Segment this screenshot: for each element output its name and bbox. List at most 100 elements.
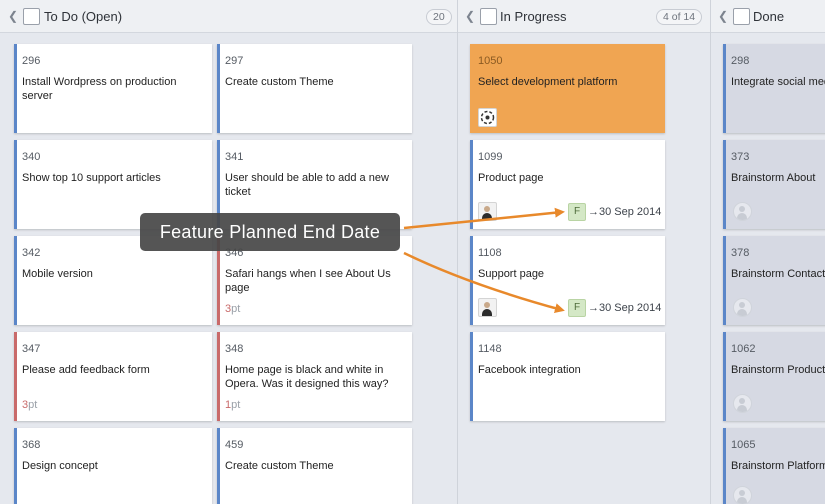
card-type-bar bbox=[217, 332, 220, 421]
story-points-unit: pt bbox=[231, 399, 241, 411]
card-id: 342 bbox=[22, 247, 41, 259]
card-type-bar bbox=[470, 332, 473, 421]
assignee-avatar[interactable] bbox=[478, 202, 497, 221]
card-title: Home page is black and white in Opera. W… bbox=[225, 364, 389, 390]
card-type-bar bbox=[723, 332, 726, 421]
card-id: 348 bbox=[225, 343, 244, 355]
card-373[interactable]: 373 Brainstorm About bbox=[723, 140, 825, 229]
column-todo: ❮ To Do (Open) 20 296 Install Wordpress … bbox=[0, 0, 457, 504]
assignee-avatar[interactable] bbox=[733, 394, 752, 413]
card-type-bar bbox=[14, 140, 17, 229]
card-type-bar bbox=[14, 332, 17, 421]
column-count-badge: 4 of 14 bbox=[656, 9, 703, 25]
card-title: Show top 10 support articles bbox=[22, 172, 161, 184]
card-id: 1099 bbox=[478, 151, 503, 163]
card-type-bar bbox=[723, 44, 726, 133]
column-title: Done bbox=[753, 9, 785, 24]
annotation-callout: Feature Planned End Date bbox=[140, 213, 400, 251]
card-type-bar bbox=[14, 44, 17, 133]
card-title: Please add feedback form bbox=[22, 364, 150, 376]
card-id: 459 bbox=[225, 439, 244, 451]
collapse-chevron-icon[interactable]: ❮ bbox=[718, 9, 728, 23]
assignee-avatar[interactable] bbox=[733, 202, 752, 221]
column-count-badge: 20 bbox=[426, 9, 452, 25]
card-title: Support page bbox=[478, 268, 545, 280]
card-1065[interactable]: 1065 Brainstorm Platform bbox=[723, 428, 825, 504]
card-id: 378 bbox=[731, 247, 750, 259]
story-points: 3pt bbox=[225, 303, 240, 315]
collapse-chevron-icon[interactable]: ❮ bbox=[8, 9, 18, 23]
card-title: Safari hangs when I see About Us page bbox=[225, 268, 391, 294]
card-459[interactable]: 459 Create custom Theme bbox=[217, 428, 412, 504]
card-298[interactable]: 298 Integrate social media bbox=[723, 44, 825, 133]
select-all-checkbox[interactable] bbox=[480, 8, 497, 25]
card-368[interactable]: 368 Design concept bbox=[14, 428, 212, 504]
card-id: 296 bbox=[22, 55, 41, 67]
column-header-done: ❮ Done bbox=[711, 0, 825, 33]
logo-avatar-icon bbox=[480, 110, 495, 125]
column-header-todo: ❮ To Do (Open) 20 bbox=[0, 0, 457, 33]
card-1148[interactable]: 1148 Facebook integration bbox=[470, 332, 665, 421]
card-1108[interactable]: 1108 Support page F →30 Sep 2014 bbox=[470, 236, 665, 325]
card-type-bar bbox=[723, 236, 726, 325]
feature-badge[interactable]: F bbox=[568, 203, 586, 221]
card-type-bar bbox=[470, 236, 473, 325]
card-347[interactable]: 347 Please add feedback form 3pt bbox=[14, 332, 212, 421]
card-1099[interactable]: 1099 Product page F →30 Sep 2014 bbox=[470, 140, 665, 229]
card-title: Product page bbox=[478, 172, 544, 184]
card-id: 1062 bbox=[731, 343, 756, 355]
card-title: Brainstorm Platform bbox=[731, 460, 825, 472]
card-title: Brainstorm About bbox=[731, 172, 816, 184]
column-header-in-progress: ❮ In Progress 4 of 14 bbox=[458, 0, 710, 33]
card-title: Design concept bbox=[22, 460, 98, 472]
card-title: User should be able to add a new ticket bbox=[225, 172, 389, 198]
card-348[interactable]: 348 Home page is black and white in Oper… bbox=[217, 332, 412, 421]
card-id: 368 bbox=[22, 439, 41, 451]
select-all-checkbox[interactable] bbox=[733, 8, 750, 25]
feature-end-date: →30 Sep 2014 bbox=[588, 206, 662, 218]
card-title: Facebook integration bbox=[478, 364, 581, 376]
select-all-checkbox[interactable] bbox=[23, 8, 40, 25]
card-id: 1148 bbox=[478, 343, 502, 355]
story-points: 1pt bbox=[225, 399, 240, 411]
card-378[interactable]: 378 Brainstorm Contact bbox=[723, 236, 825, 325]
card-296[interactable]: 296 Install Wordpress on production serv… bbox=[14, 44, 212, 133]
column-in-progress: ❮ In Progress 4 of 14 1050 Select develo… bbox=[458, 0, 710, 504]
card-id: 1065 bbox=[731, 439, 756, 451]
column-done: ❮ Done 298 Integrate social media 373 Br… bbox=[711, 0, 825, 504]
card-type-bar bbox=[14, 428, 17, 504]
feature-badge[interactable]: F bbox=[568, 299, 586, 317]
assignee-avatar[interactable] bbox=[478, 298, 497, 317]
story-points-unit: pt bbox=[231, 303, 241, 315]
card-type-bar bbox=[14, 236, 17, 325]
card-title: Select development platform bbox=[478, 76, 618, 88]
card-297[interactable]: 297 Create custom Theme bbox=[217, 44, 412, 133]
card-title: Create custom Theme bbox=[225, 76, 334, 88]
card-id: 347 bbox=[22, 343, 41, 355]
assignee-avatar[interactable] bbox=[733, 486, 752, 504]
column-title: In Progress bbox=[500, 9, 567, 24]
card-id: 341 bbox=[225, 151, 244, 163]
card-1050[interactable]: 1050 Select development platform bbox=[470, 44, 665, 133]
card-type-bar bbox=[723, 140, 726, 229]
card-type-bar bbox=[217, 44, 220, 133]
column-title: To Do (Open) bbox=[44, 9, 123, 24]
card-title: Install Wordpress on production server bbox=[22, 76, 177, 102]
card-id: 373 bbox=[731, 151, 750, 163]
card-title: Brainstorm Product bbox=[731, 364, 825, 376]
card-1062[interactable]: 1062 Brainstorm Product bbox=[723, 332, 825, 421]
card-id: 340 bbox=[22, 151, 41, 163]
card-id: 1108 bbox=[478, 247, 502, 259]
card-title: Create custom Theme bbox=[225, 460, 334, 472]
collapse-chevron-icon[interactable]: ❮ bbox=[465, 9, 475, 23]
assignee-avatar[interactable] bbox=[733, 298, 752, 317]
card-title: Brainstorm Contact bbox=[731, 268, 825, 280]
card-id: 297 bbox=[225, 55, 244, 67]
card-type-bar bbox=[217, 428, 220, 504]
assignee-avatar[interactable] bbox=[478, 108, 497, 127]
card-title: Mobile version bbox=[22, 268, 93, 280]
card-title: Integrate social media bbox=[731, 76, 825, 88]
story-points-unit: pt bbox=[28, 399, 38, 411]
card-id: 298 bbox=[731, 55, 750, 67]
card-type-bar bbox=[723, 428, 726, 504]
